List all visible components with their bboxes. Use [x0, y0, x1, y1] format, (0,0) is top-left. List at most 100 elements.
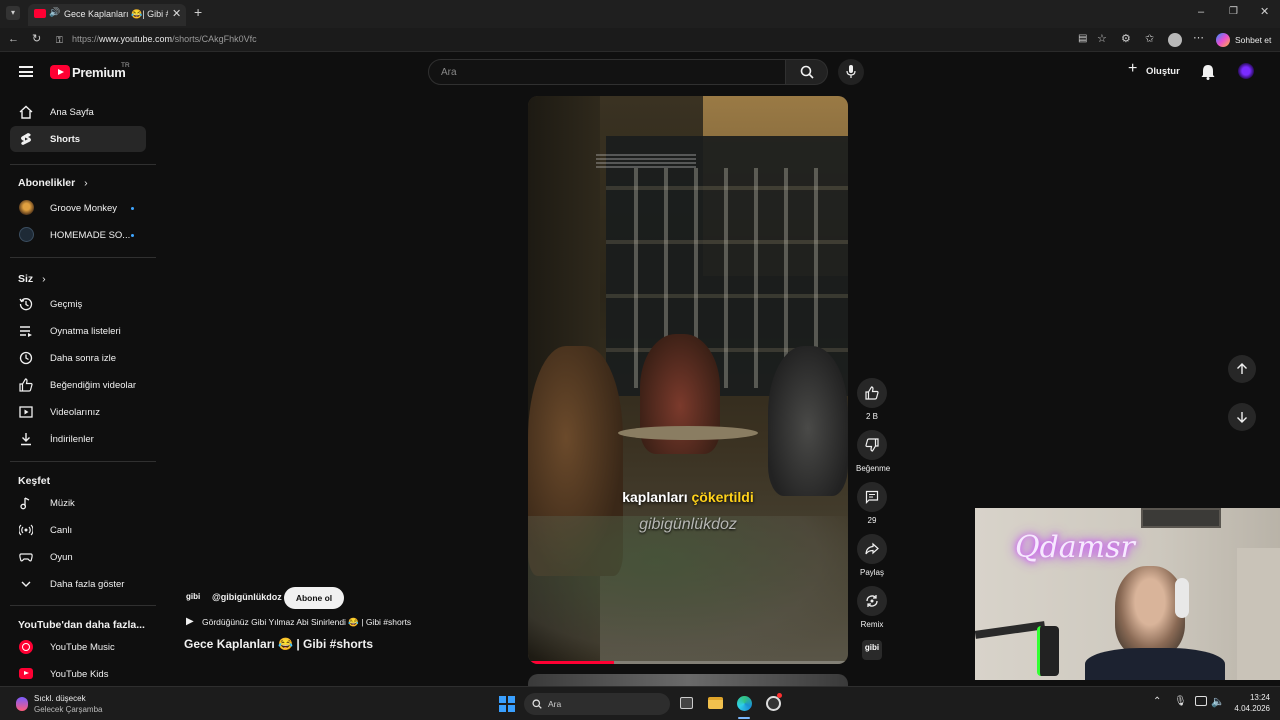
sidebar-item-label: Ana Sayfa — [50, 107, 94, 118]
dislike-action[interactable]: Beğenme — [856, 430, 890, 473]
edge-browser-icon[interactable] — [737, 696, 752, 711]
sidebar-item-gaming[interactable]: Oyun — [10, 544, 146, 570]
mic-tray-icon[interactable]: 🎙 — [1174, 696, 1187, 707]
taskbar-search[interactable]: Ara — [524, 693, 670, 715]
share-button[interactable] — [857, 534, 887, 564]
windows-start-icon[interactable] — [499, 696, 515, 712]
create-label: Oluştur — [1146, 66, 1180, 77]
previous-short-button[interactable] — [1228, 355, 1256, 383]
next-short-preview[interactable] — [528, 674, 848, 686]
copilot-icon[interactable] — [1216, 33, 1230, 47]
back-icon[interactable]: ← — [8, 33, 19, 45]
favorites-icon[interactable]: ✩ — [1145, 33, 1154, 45]
share-action[interactable]: Paylaş — [856, 534, 888, 577]
sidebar-divider — [10, 461, 156, 462]
streamer-body — [1085, 648, 1225, 680]
sidebar-item-label: YouTube Music — [50, 642, 115, 653]
like-count: 2 B — [865, 412, 878, 421]
sidebar-item-live[interactable]: Canlı — [10, 517, 146, 543]
voice-search-button[interactable] — [838, 59, 864, 85]
comment-button[interactable] — [857, 482, 887, 512]
subscription-groove-monkey[interactable]: Groove Monkey — [10, 195, 146, 221]
browser-tab-active[interactable]: 🔊 Gece Kaplanları 😂| Gibi #sho ✕ — [28, 4, 186, 26]
sidebar-item-watch-later[interactable]: Daha sonra izle — [10, 345, 146, 371]
subscriptions-heading[interactable]: Abonelikler › — [18, 177, 88, 189]
sidebar-item-label: Shorts — [50, 134, 81, 145]
sidebar-item-liked-videos[interactable]: Beğendiğim videolar — [10, 372, 146, 398]
minimize-icon[interactable]: – — [1198, 6, 1204, 18]
channel-avatar-gibi[interactable]: gibi — [186, 590, 206, 604]
sidebar-item-playlists[interactable]: Oynatma listeleri — [10, 318, 146, 344]
sidebar-item-history[interactable]: Geçmiş — [10, 291, 146, 317]
like-button[interactable] — [857, 378, 887, 408]
progress-track[interactable] — [528, 661, 848, 664]
profile-avatar[interactable] — [1168, 33, 1182, 47]
channel-row: gibi @gibigünlükdoz Abone ol — [186, 587, 356, 609]
taskbar-search-placeholder: Ara — [548, 699, 562, 709]
favorite-star-icon[interactable]: ☆ — [1097, 33, 1107, 45]
url-field[interactable]: https://www.youtube.com/shorts/CAkgFhk0V… — [72, 34, 257, 44]
tray-overflow-icon[interactable]: ⌃ — [1153, 696, 1161, 707]
search-button[interactable] — [786, 59, 828, 85]
show-more-button[interactable]: Daha fazla göster — [10, 571, 146, 597]
hamburger-menu-icon[interactable] — [19, 66, 33, 77]
file-explorer-icon[interactable] — [708, 697, 723, 709]
close-window-icon[interactable]: ✕ — [1260, 6, 1269, 18]
notifications-bell-icon[interactable] — [1201, 64, 1215, 80]
playlist-icon — [20, 326, 32, 337]
sidebar-item-your-videos[interactable]: Videolarınız — [10, 399, 146, 425]
extension-icon[interactable]: ⚙ — [1121, 33, 1131, 45]
neon-sign: Qdamsr — [1015, 530, 1135, 565]
create-button[interactable]: + Oluştur — [1126, 60, 1184, 82]
account-avatar[interactable] — [1238, 63, 1254, 79]
active-app-indicator — [738, 717, 750, 719]
next-short-button[interactable] — [1228, 403, 1256, 431]
you-heading-text: Siz — [18, 273, 34, 285]
sidebar-item-label: Müzik — [50, 498, 75, 509]
sidebar-item-label: İndirilenler — [50, 434, 94, 445]
sidebar-item-label: Geçmiş — [50, 299, 83, 310]
network-icon[interactable] — [1195, 696, 1207, 706]
remix-action[interactable]: Remix — [856, 586, 888, 629]
linked-video-row[interactable]: ▶ Gördüğünüz Gibi Yılmaz Abi Sinirlendi … — [186, 616, 516, 630]
subscribe-button[interactable]: Abone ol — [284, 587, 344, 609]
dislike-button[interactable] — [857, 430, 887, 460]
sidebar-item-shorts[interactable]: Shorts — [10, 126, 146, 152]
sound-badge[interactable]: gibi — [862, 640, 882, 660]
comment-action[interactable]: 29 — [856, 482, 888, 525]
sidebar-item-home[interactable]: Ana Sayfa — [10, 99, 146, 125]
channel-handle[interactable]: @gibigünlükdoz — [212, 592, 282, 602]
audio-playing-icon[interactable]: 🔊 — [49, 7, 60, 18]
sidebar-item-music[interactable]: Müzik — [10, 490, 146, 516]
search-input[interactable]: Ara — [428, 59, 786, 85]
youtube-logo[interactable]: Premium TR — [50, 62, 134, 82]
tab-actions-icon[interactable]: ▾ — [6, 6, 20, 20]
url-domain: www.youtube.com — [99, 34, 173, 44]
sidebar-item-downloads[interactable]: İndirilenler — [10, 426, 146, 452]
copilot-label[interactable]: Sohbet et — [1235, 35, 1271, 45]
volume-icon[interactable]: 🔈 — [1211, 695, 1225, 708]
new-tab-icon[interactable]: + — [194, 5, 202, 19]
sidebar-divider — [10, 605, 156, 606]
clock[interactable]: 13:24 4.04.2026 — [1226, 693, 1270, 713]
like-action[interactable]: 2 B — [856, 378, 888, 421]
shorts-video-player[interactable]: kaplanları çökertildi gibigünlükdoz — [528, 96, 848, 664]
more-menu-icon[interactable]: ⋯ — [1193, 32, 1204, 44]
reading-mode-icon[interactable]: ▤ — [1078, 33, 1087, 45]
linked-video-title: Gördüğünüz Gibi Yılmaz Abi Sinirlendi 😂 … — [202, 617, 412, 627]
you-heading[interactable]: Siz › — [18, 273, 46, 285]
sidebar-item-youtube-music[interactable]: YouTube Music — [10, 634, 146, 660]
sidebar-item-youtube-kids[interactable]: YouTube Kids — [10, 661, 146, 687]
task-view-icon[interactable] — [680, 697, 693, 709]
remix-button[interactable] — [857, 586, 887, 616]
reload-icon[interactable]: ↻ — [32, 33, 41, 45]
subscription-homemade[interactable]: HOMEMADE SO... — [10, 222, 146, 248]
weather-widget[interactable]: Sıckl. düşecek Gelecek Çarşamba — [14, 692, 124, 716]
sidebar-divider — [10, 257, 156, 258]
caption-highlight-word: çökertildi — [691, 489, 754, 505]
browser-tab-bar: ▾ 🔊 Gece Kaplanları 😂| Gibi #sho ✕ + – ❐… — [0, 0, 1280, 28]
close-tab-icon[interactable]: ✕ — [172, 7, 181, 20]
maximize-icon[interactable]: ❐ — [1229, 6, 1238, 18]
site-info-icon[interactable]: ⚿ — [56, 34, 63, 46]
obs-app-icon[interactable] — [766, 693, 782, 711]
